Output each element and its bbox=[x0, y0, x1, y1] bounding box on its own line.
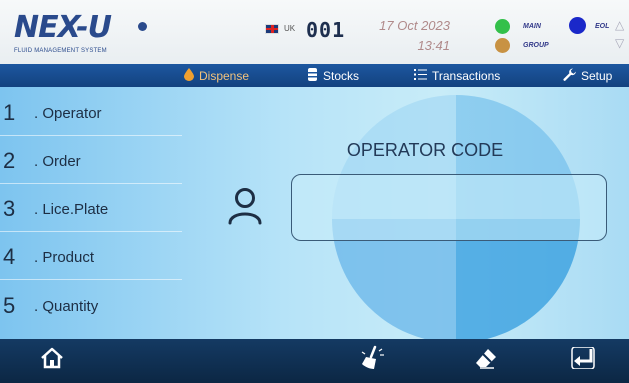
field-number: 4 bbox=[3, 244, 16, 269]
field-number: 5 bbox=[3, 293, 16, 318]
tab-dispense[interactable]: Dispense bbox=[184, 66, 249, 85]
field-quantity[interactable]: 5 . Quantity bbox=[0, 283, 182, 331]
field-label: . Order bbox=[34, 153, 81, 170]
enter-icon bbox=[571, 345, 595, 374]
eol-status-indicator bbox=[569, 17, 586, 34]
time-display: 13:41 bbox=[417, 38, 450, 53]
field-operator[interactable]: 1 . Operator bbox=[0, 90, 182, 138]
clear-button[interactable] bbox=[356, 345, 388, 375]
logo-dot bbox=[138, 22, 147, 31]
field-label: . Operator bbox=[34, 105, 102, 122]
tab-transactions-label: Transactions bbox=[432, 68, 501, 83]
drop-icon bbox=[184, 67, 194, 84]
tab-transactions[interactable]: Transactions bbox=[414, 66, 500, 85]
group-status-label: GROUP bbox=[523, 42, 549, 49]
main-status-label: MAIN bbox=[523, 23, 541, 30]
field-license-plate[interactable]: 3 . Lice.Plate bbox=[0, 186, 182, 234]
field-order[interactable]: 2 . Order bbox=[0, 138, 182, 186]
enter-button[interactable] bbox=[567, 345, 599, 375]
wrench-icon bbox=[563, 68, 576, 84]
logo-subtitle: FLUID MANAGEMENT SYSTEM bbox=[14, 48, 107, 54]
brush-icon bbox=[359, 345, 385, 376]
field-product[interactable]: 4 . Product bbox=[0, 234, 182, 282]
eol-status-label: EOL bbox=[595, 23, 610, 30]
list-icon bbox=[414, 68, 427, 83]
header: NEX-U FLUID MANAGEMENT SYSTEM UK 001 17 … bbox=[0, 0, 629, 64]
divider bbox=[0, 279, 182, 280]
tab-setup-label: Setup bbox=[581, 68, 613, 83]
field-label: . Quantity bbox=[34, 298, 99, 315]
home-icon bbox=[40, 347, 64, 374]
logo: NEX-U FLUID MANAGEMENT SYSTEM bbox=[10, 8, 160, 60]
bottom-toolbar bbox=[0, 339, 629, 383]
erase-button[interactable] bbox=[470, 345, 502, 375]
divider bbox=[0, 135, 182, 136]
tab-stocks[interactable]: Stocks bbox=[307, 66, 359, 85]
language-label[interactable]: UK bbox=[284, 24, 295, 33]
main-status-indicator bbox=[495, 19, 510, 34]
field-number: 2 bbox=[3, 148, 16, 173]
user-icon bbox=[227, 187, 263, 225]
tab-dispense-label: Dispense bbox=[199, 68, 250, 83]
eraser-icon bbox=[474, 347, 498, 374]
screen: NEX-U FLUID MANAGEMENT SYSTEM UK 001 17 … bbox=[0, 0, 629, 383]
main-panel: 1 . Operator 2 . Order 3 . Lice.Plate 4 … bbox=[0, 87, 629, 339]
field-label: . Lice.Plate bbox=[34, 201, 109, 218]
logo-text: NEX-U bbox=[14, 10, 112, 45]
field-label: . Product bbox=[34, 249, 95, 266]
home-button[interactable] bbox=[36, 345, 68, 375]
tab-stocks-label: Stocks bbox=[323, 68, 360, 83]
tab-setup[interactable]: Setup bbox=[563, 66, 612, 85]
date-display: 17 Oct 2023 bbox=[379, 18, 450, 33]
barrel-icon bbox=[307, 67, 318, 84]
operator-code-input[interactable] bbox=[291, 174, 607, 241]
divider bbox=[0, 231, 182, 232]
uk-flag-icon[interactable] bbox=[265, 24, 279, 34]
field-number: 3 bbox=[3, 196, 16, 221]
group-status-indicator bbox=[495, 38, 510, 53]
field-number: 1 bbox=[3, 100, 16, 125]
divider bbox=[0, 183, 182, 184]
down-arrow-icon[interactable]: ▽ bbox=[615, 36, 624, 50]
up-arrow-icon[interactable]: △ bbox=[615, 18, 624, 32]
top-navigation: Dispense Stocks Transactions Setup bbox=[0, 64, 629, 87]
operator-code-prompt: OPERATOR CODE bbox=[346, 140, 504, 160]
device-number: 001 bbox=[306, 18, 346, 42]
